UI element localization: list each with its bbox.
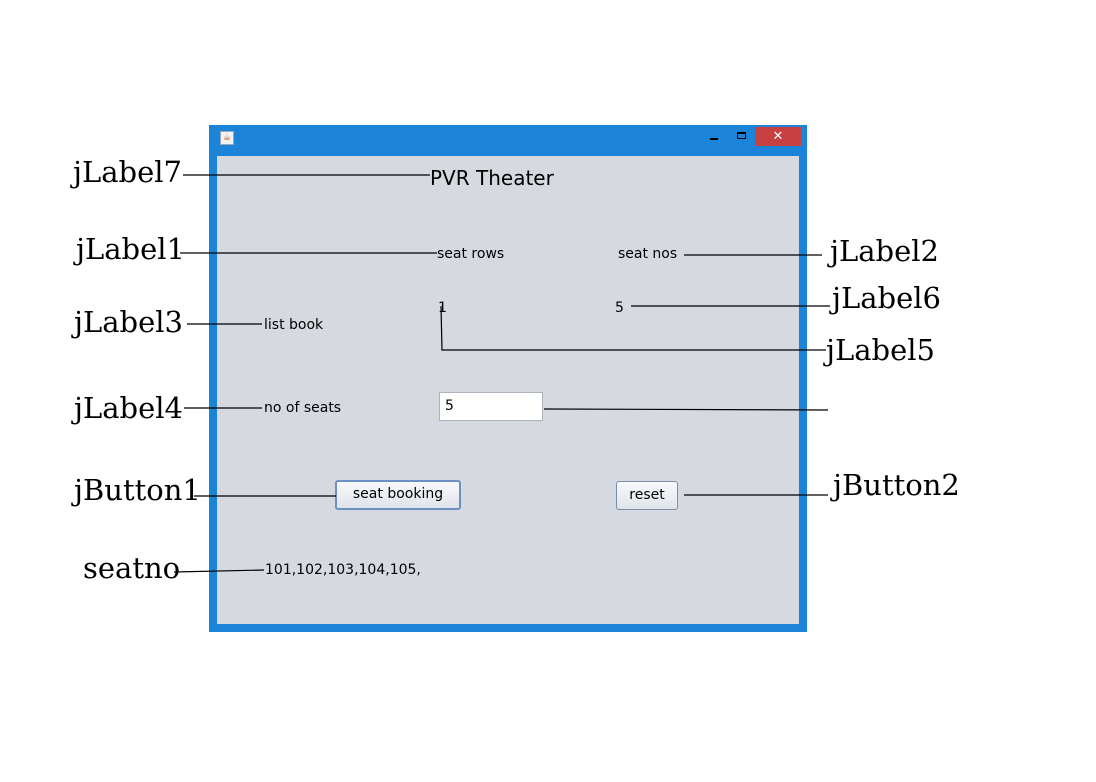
annotation-jbutton1: jButton1 — [74, 473, 201, 507]
annotation-jlabel6: jLabel6 — [832, 281, 941, 315]
annotation-seatno: seatno — [83, 551, 181, 585]
annotation-jlabel3: jLabel3 — [74, 305, 183, 339]
list-book-label: list book — [264, 317, 324, 333]
seat-nos-label: seat nos — [618, 246, 678, 262]
form-panel: PVR Theater seat rows seat nos list book… — [217, 156, 799, 624]
no-of-seats-label: no of seats — [264, 400, 342, 416]
maximize-button[interactable] — [729, 127, 753, 146]
seat-nos-value: 5 — [615, 300, 624, 316]
annotation-jlabel1: jLabel1 — [76, 232, 185, 266]
annotation-jlabel2: jLabel2 — [830, 234, 939, 268]
close-icon: ✕ — [772, 129, 784, 144]
annotation-jlabel7: jLabel7 — [73, 155, 182, 189]
java-cup-icon: ☕ — [220, 131, 234, 145]
title-bar[interactable]: ☕ ✕ — [209, 125, 807, 153]
reset-button[interactable]: reset — [616, 481, 678, 510]
annotation-jbutton2: jButton2 — [833, 468, 960, 502]
page-title: PVR Theater — [430, 166, 554, 190]
seat-rows-value: 1 — [438, 300, 447, 316]
annotation-jlabel4: jLabel4 — [74, 391, 183, 425]
no-of-seats-input[interactable]: 5 — [439, 392, 543, 421]
annotation-jlabel5: jLabel5 — [826, 333, 935, 367]
seatno-output: 101,102,103,104,105, — [265, 562, 421, 578]
seat-rows-label: seat rows — [437, 246, 505, 262]
close-button[interactable]: ✕ — [755, 127, 801, 146]
minimize-button[interactable] — [703, 127, 727, 146]
seat-booking-button[interactable]: seat booking — [335, 480, 461, 510]
app-window: ☕ ✕ PVR Theater seat rows seat nos list … — [209, 125, 807, 632]
maximize-icon — [737, 132, 746, 139]
minimize-icon — [710, 138, 718, 140]
